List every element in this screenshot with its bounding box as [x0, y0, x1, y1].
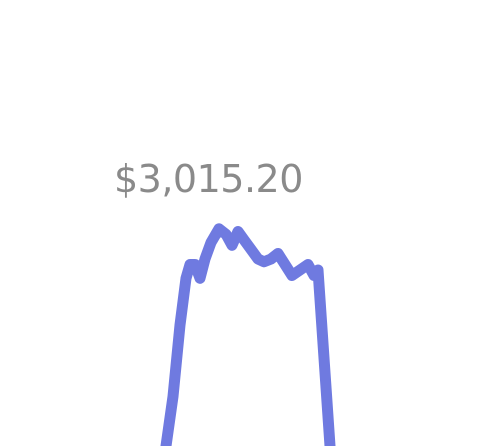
- series-line: [160, 223, 336, 446]
- value-sparkline[interactable]: [0, 0, 480, 446]
- chart-stage: $3,015.20: [0, 0, 480, 446]
